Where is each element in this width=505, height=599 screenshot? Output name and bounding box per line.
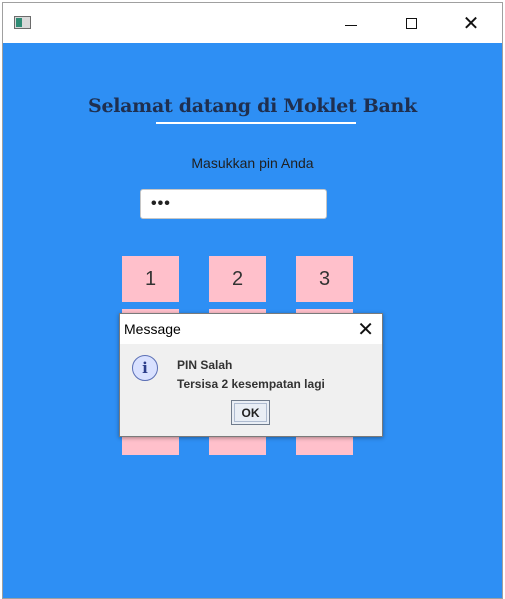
- title-bar: ✕: [3, 3, 502, 43]
- dialog-title: Message: [124, 321, 181, 337]
- close-button[interactable]: ✕: [442, 3, 500, 43]
- maximize-icon: [405, 17, 417, 29]
- main-window: ✕ Selamat datang di Moklet Bank Masukkan…: [2, 2, 503, 599]
- dialog-message-line-2: Tersisa 2 kesempatan lagi: [177, 377, 325, 391]
- dialog-close-button[interactable]: ✕: [357, 317, 374, 342]
- pin-label: Masukkan pin Anda: [191, 155, 314, 171]
- key-2[interactable]: 2: [209, 256, 266, 302]
- key-3[interactable]: 3: [296, 256, 353, 302]
- app-icon: [14, 16, 31, 29]
- key-1[interactable]: 1: [122, 256, 179, 302]
- message-dialog: Message ✕ i PIN Salah Tersisa 2 kesempat…: [119, 313, 383, 437]
- dialog-title-bar: Message ✕: [120, 314, 382, 344]
- welcome-heading: Selamat datang di Moklet Bank: [88, 95, 417, 117]
- heading-underline: [156, 122, 356, 124]
- minimize-button[interactable]: [322, 3, 380, 43]
- maximize-button[interactable]: [382, 3, 440, 43]
- dialog-message-line-1: PIN Salah: [177, 358, 233, 372]
- close-icon: ✕: [462, 12, 480, 35]
- pin-input[interactable]: •••: [140, 189, 327, 219]
- ok-button[interactable]: OK: [231, 400, 270, 425]
- info-icon: i: [132, 355, 158, 381]
- minimize-icon: [345, 24, 357, 26]
